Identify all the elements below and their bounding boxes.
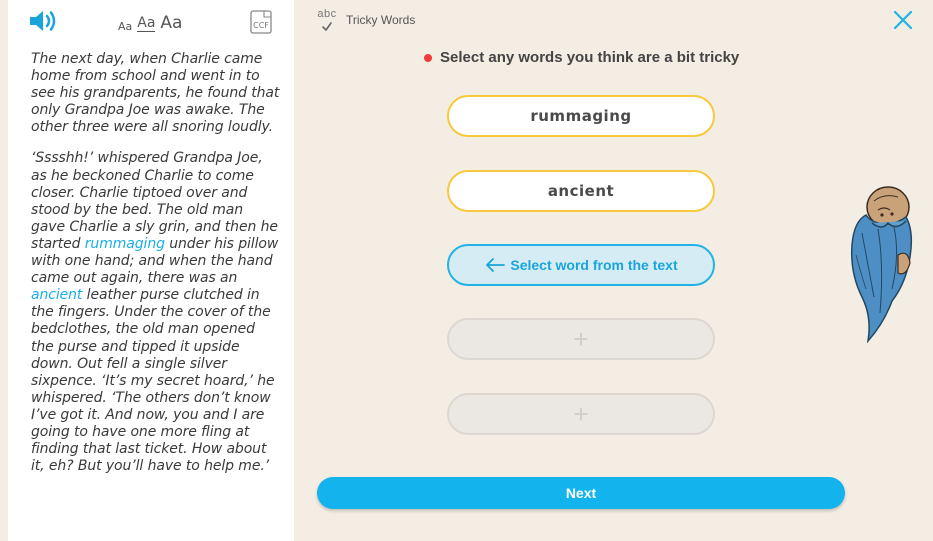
- tricky-words-icon: abc: [316, 9, 338, 35]
- passage-text[interactable]: The next day, when Charlie came home fro…: [31, 51, 279, 135]
- arrow-left-icon: [486, 258, 506, 272]
- story-passage: The next day, when Charlie came home fro…: [31, 51, 281, 489]
- passage-paragraph: ‘Sssshh!’ whispered Grandpa Joe, as he b…: [31, 150, 281, 475]
- activity-title: Tricky Words: [346, 13, 416, 27]
- speaker-icon[interactable]: [28, 8, 60, 34]
- ccf-button[interactable]: CCF: [250, 10, 272, 34]
- reading-panel: Aa Aa Aa CCF The next day, when Charlie …: [8, 0, 294, 541]
- required-dot-icon: [424, 53, 432, 62]
- select-word-button[interactable]: Select word from the text: [447, 244, 715, 286]
- passage-text[interactable]: leather purse clutched in the fingers. U…: [31, 287, 275, 474]
- font-size-small-button[interactable]: Aa: [118, 21, 132, 32]
- select-word-label: Select word from the text: [510, 257, 678, 273]
- font-size-selector: Aa Aa Aa: [118, 8, 182, 32]
- abc-label: abc: [317, 8, 337, 20]
- instruction-text: Select any words you think are a bit tri…: [440, 49, 740, 66]
- font-size-large-button[interactable]: Aa: [160, 15, 182, 32]
- word-slot-ancient[interactable]: ancient: [447, 170, 715, 212]
- reader-toolbar: Aa Aa Aa CCF: [8, 0, 294, 44]
- ccf-label: CCF: [253, 21, 269, 30]
- close-icon[interactable]: [892, 9, 914, 31]
- empty-word-slot[interactable]: +: [447, 393, 715, 435]
- passage-paragraph: The next day, when Charlie came home fro…: [31, 51, 281, 136]
- word-slot-rummaging[interactable]: rummaging: [447, 95, 715, 137]
- font-size-medium-button[interactable]: Aa: [137, 16, 156, 32]
- instruction: Select any words you think are a bit tri…: [424, 49, 739, 66]
- grandpa-joe-illustration: [850, 186, 913, 343]
- next-button[interactable]: Next: [317, 477, 845, 509]
- selected-word-ancient[interactable]: ancient: [31, 287, 82, 303]
- empty-word-slot[interactable]: +: [447, 318, 715, 360]
- checkmark-icon: [322, 22, 332, 31]
- selected-word-rummaging[interactable]: rummaging: [85, 236, 165, 252]
